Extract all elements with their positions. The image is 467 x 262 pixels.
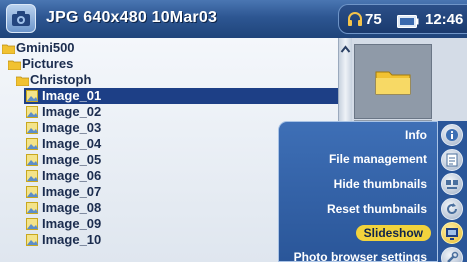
menu-item-file-management[interactable]: File management (329, 152, 427, 166)
hide-thumbnails-icon[interactable] (441, 173, 463, 195)
headphones-icon (347, 11, 363, 31)
file-row-image-01[interactable]: Image_01 (24, 88, 338, 104)
file-label: Image_04 (42, 136, 102, 151)
menu-item-reset-thumbnails[interactable]: Reset thumbnails (327, 202, 427, 216)
context-menu-icon-column (438, 121, 467, 262)
slideshow-icon[interactable] (441, 222, 463, 244)
file-label: Image_09 (42, 216, 102, 231)
file-label: Image_07 (42, 184, 102, 199)
folder-thumbnail (354, 44, 432, 119)
file-row-image-02[interactable]: Image_02 (0, 104, 338, 120)
folder-label: Christoph (30, 72, 92, 87)
image-file-icon (26, 234, 39, 250)
folder-row-christoph[interactable]: Christoph (0, 72, 338, 88)
settings-icon[interactable] (441, 247, 463, 262)
menu-item-photo-browser-settings[interactable]: Photo browser settings (294, 250, 427, 262)
file-management-icon[interactable] (441, 149, 463, 171)
file-label: Image_01 (42, 88, 102, 103)
reset-thumbnails-icon[interactable] (441, 198, 463, 220)
info-icon[interactable] (441, 124, 463, 146)
status-area: 75 12:46 (338, 4, 467, 34)
volume-level: 75 (365, 11, 382, 28)
header-bar: JPG 640x480 10Mar03 75 12:46 (0, 0, 467, 39)
battery-icon (397, 13, 419, 32)
file-label: Image_10 (42, 232, 102, 247)
clock: 12:46 (425, 11, 464, 28)
menu-item-hide-thumbnails[interactable]: Hide thumbnails (334, 177, 427, 191)
photo-browser-screen: JPG 640x480 10Mar03 75 12:46 Gmini500 Pi… (0, 0, 467, 262)
context-menu: Info File management Hide thumbnails Res… (278, 121, 438, 262)
folder-icon (375, 71, 411, 95)
header-title: JPG 640x480 10Mar03 (46, 9, 218, 26)
photo-browser-icon (6, 4, 36, 33)
folder-row-pictures[interactable]: Pictures (0, 56, 338, 72)
folder-label: Gmini500 (16, 40, 75, 55)
file-label: Image_06 (42, 168, 102, 183)
file-label: Image_08 (42, 200, 102, 215)
scroll-up-arrow-icon[interactable] (340, 40, 351, 53)
menu-item-info[interactable]: Info (405, 128, 427, 142)
folder-row-gmini500[interactable]: Gmini500 (0, 40, 338, 56)
menu-item-slideshow[interactable]: Slideshow (355, 225, 431, 241)
file-label: Image_05 (42, 152, 102, 167)
folder-label: Pictures (22, 56, 74, 71)
file-label: Image_02 (42, 104, 102, 119)
file-label: Image_03 (42, 120, 102, 135)
